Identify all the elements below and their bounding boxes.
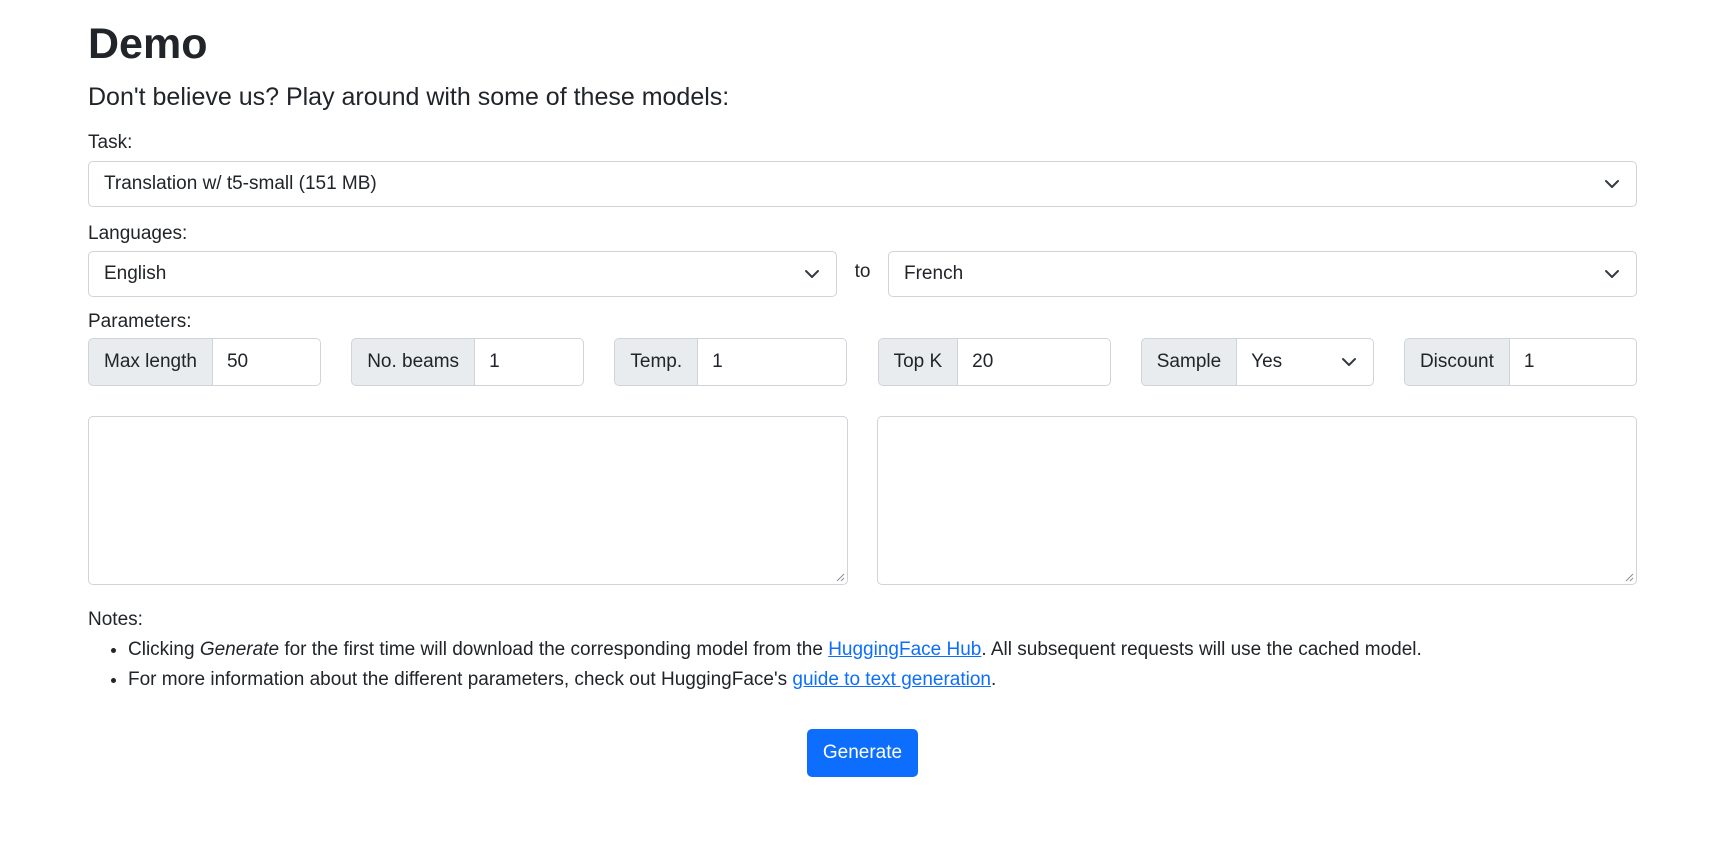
note-text: . All subsequent requests will use the c… <box>981 639 1422 660</box>
param-max-length: Max length 50 <box>88 338 321 386</box>
param-top-k-label: Top K <box>877 338 959 386</box>
chevron-down-icon <box>1605 270 1619 278</box>
note-emphasis: Generate <box>199 639 280 660</box>
param-sample-label: Sample <box>1140 338 1238 386</box>
param-temperature-label: Temp. <box>614 338 699 386</box>
note-text: Clicking <box>128 639 200 660</box>
huggingface-hub-link[interactable]: HuggingFace Hub <box>828 639 981 660</box>
page-lead: Don't believe us? Play around with some … <box>88 83 730 111</box>
task-select-value: Translation w/ t5-small (151 MB) <box>104 173 377 194</box>
chevron-down-icon <box>1605 180 1619 188</box>
chevron-down-icon <box>1341 358 1356 366</box>
resize-grip-icon[interactable] <box>835 572 845 582</box>
text-generation-guide-link[interactable]: guide to text generation <box>792 669 991 690</box>
text-io-row <box>88 416 1637 585</box>
chevron-down-icon <box>805 270 819 278</box>
param-discount: Discount 1 <box>1403 338 1637 386</box>
actions: Generate <box>88 729 1637 777</box>
target-language-select[interactable]: French <box>888 251 1637 297</box>
generate-button[interactable]: Generate <box>806 729 919 777</box>
note-item: Clicking Generate for the first time wil… <box>128 635 1637 665</box>
temperature-input[interactable]: 1 <box>698 338 848 386</box>
page-title: Demo <box>88 20 208 68</box>
task-label: Task: <box>88 132 133 153</box>
notes-list: Clicking Generate for the first time wil… <box>88 635 1637 695</box>
input-textarea[interactable] <box>88 416 848 585</box>
source-language-select[interactable]: English <box>88 251 837 297</box>
sample-select[interactable]: Yes <box>1237 338 1374 386</box>
source-language-value: English <box>104 263 167 284</box>
output-textarea[interactable] <box>877 416 1637 585</box>
param-sample: Sample Yes <box>1140 338 1374 386</box>
num-beams-input[interactable]: 1 <box>475 338 585 386</box>
notes-label: Notes: <box>88 609 143 630</box>
demo-page: Demo Don't believe us? Play around with … <box>88 0 1637 777</box>
sample-select-value: Yes <box>1251 351 1283 372</box>
param-num-beams-label: No. beams <box>351 338 476 386</box>
resize-grip-icon[interactable] <box>1624 572 1634 582</box>
param-discount-label: Discount <box>1403 338 1510 386</box>
discount-input[interactable]: 1 <box>1509 338 1637 386</box>
note-text: For more information about the different… <box>128 669 793 690</box>
param-top-k: Top K 20 <box>877 338 1111 386</box>
note-text: for the first time will download the cor… <box>279 639 829 660</box>
param-temperature: Temp. 1 <box>614 338 848 386</box>
param-max-length-label: Max length <box>88 338 213 386</box>
note-item: For more information about the different… <box>128 665 1637 695</box>
task-select[interactable]: Translation w/ t5-small (151 MB) <box>88 161 1637 207</box>
max-length-input[interactable]: 50 <box>212 338 321 386</box>
language-connector: to <box>854 261 871 282</box>
top-k-input[interactable]: 20 <box>958 338 1111 386</box>
parameters-row: Max length 50 No. beams 1 Temp. 1 Top K … <box>88 338 1637 386</box>
languages-label: Languages: <box>88 223 188 244</box>
note-text: . <box>991 669 997 690</box>
languages-row: English to French <box>88 251 1637 297</box>
param-num-beams: No. beams 1 <box>351 338 585 386</box>
parameters-label: Parameters: <box>88 311 192 332</box>
target-language-value: French <box>904 263 964 284</box>
